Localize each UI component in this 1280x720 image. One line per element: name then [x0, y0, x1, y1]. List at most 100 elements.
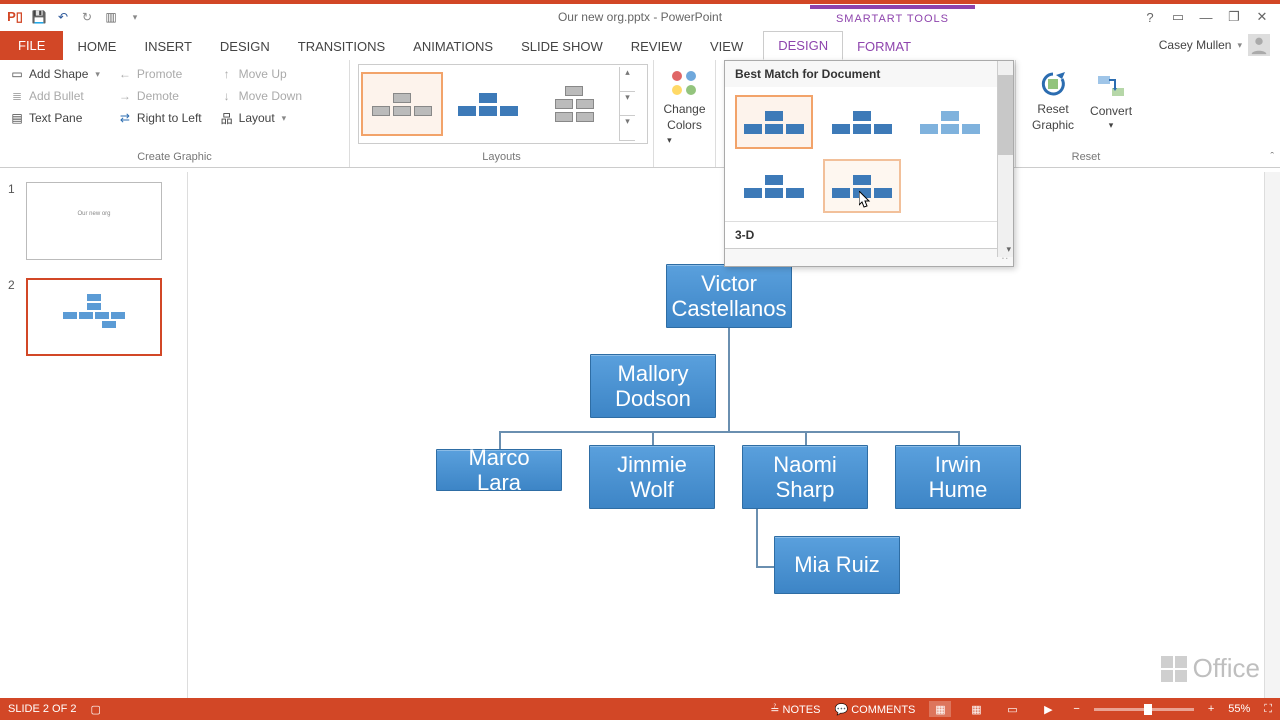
- styles-panel-resize[interactable]: ⁙: [725, 248, 1013, 266]
- vertical-scrollbar[interactable]: [1264, 172, 1280, 698]
- text-pane-icon: ▤: [10, 111, 24, 125]
- chevron-down-icon: ▾: [282, 113, 287, 124]
- smartart-tools-label: SMARTART TOOLS: [810, 5, 975, 25]
- slide-thumb-2[interactable]: [26, 278, 162, 356]
- style-thumb-2[interactable]: [823, 95, 901, 149]
- group-create-graphic: ▭Add Shape▾ ≣Add Bullet ▤Text Pane ←Prom…: [0, 60, 350, 167]
- slide-thumbnail-panel: 1 Our new org 2: [0, 172, 188, 698]
- qat-more-icon[interactable]: ▾: [126, 8, 144, 26]
- group-layouts: ▴▾▾ Layouts: [350, 60, 654, 167]
- status-bar: SLIDE 2 OF 2 ▢ ≟ NOTES 💬 COMMENTS ▦ ▦ ▭ …: [0, 698, 1280, 720]
- restore-icon[interactable]: ❐: [1224, 9, 1244, 25]
- normal-view-icon[interactable]: ▦: [929, 701, 951, 717]
- comments-button[interactable]: 💬 COMMENTS: [834, 703, 915, 716]
- tab-smartart-format[interactable]: FORMAT: [843, 33, 925, 60]
- layout-thumb-3[interactable]: [533, 72, 615, 136]
- user-account[interactable]: Casey Mullen ▾: [1159, 34, 1270, 56]
- tab-home[interactable]: HOME: [63, 33, 130, 60]
- zoom-out-icon[interactable]: −: [1073, 703, 1079, 715]
- slide-counter[interactable]: SLIDE 2 OF 2: [8, 703, 76, 715]
- title-bar: P▯ 💾 ↶ ↻ ▥ ▾ Our new org.pptx - PowerPoi…: [0, 0, 1280, 30]
- fit-to-window-icon[interactable]: ⛶: [1264, 703, 1272, 716]
- save-icon[interactable]: 💾: [30, 8, 48, 26]
- smartart-styles-panel: Best Match for Document 3-D ▾ ⁙: [724, 60, 1014, 267]
- window-title: Our new org.pptx - PowerPoint: [558, 10, 722, 24]
- move-up-icon: ↑: [220, 67, 234, 81]
- minimize-icon[interactable]: —: [1196, 10, 1216, 25]
- dropdown-chevron-icon[interactable]: ▾: [1006, 244, 1011, 255]
- convert-button[interactable]: Convert▾: [1082, 64, 1140, 136]
- layout-button[interactable]: 品Layout▾: [218, 108, 304, 128]
- zoom-slider[interactable]: [1094, 708, 1194, 711]
- org-node-child-3[interactable]: Naomi Sharp: [742, 445, 868, 509]
- group-label: Reset: [1024, 151, 1148, 165]
- zoom-in-icon[interactable]: +: [1208, 703, 1214, 715]
- redo-icon[interactable]: ↻: [78, 8, 96, 26]
- close-icon[interactable]: ✕: [1252, 9, 1272, 25]
- layout-thumb-2[interactable]: [447, 72, 529, 136]
- org-node-child-1[interactable]: Marco Lara: [436, 449, 562, 491]
- spin-down-icon[interactable]: ▾: [620, 92, 635, 117]
- move-up-button[interactable]: ↑Move Up: [218, 64, 304, 84]
- ribbon: ▭Add Shape▾ ≣Add Bullet ▤Text Pane ←Prom…: [0, 60, 1280, 168]
- style-thumb-4[interactable]: [735, 159, 813, 213]
- slide-number: 2: [8, 278, 18, 356]
- start-from-beginning-icon[interactable]: ▥: [102, 8, 120, 26]
- tab-file[interactable]: FILE: [0, 31, 63, 60]
- change-colors-button[interactable]: Change Colors ▾: [662, 64, 707, 150]
- tab-slideshow[interactable]: SLIDE SHOW: [507, 33, 617, 60]
- tab-animations[interactable]: ANIMATIONS: [399, 33, 507, 60]
- user-menu-chevron-icon: ▾: [1237, 40, 1242, 51]
- zoom-level[interactable]: 55%: [1228, 703, 1250, 715]
- reset-graphic-button[interactable]: ResetGraphic: [1024, 64, 1082, 136]
- layout-thumb-1[interactable]: [361, 72, 443, 136]
- collapse-ribbon-icon[interactable]: ˆ: [1270, 151, 1274, 163]
- layout-icon: 品: [220, 111, 234, 125]
- tab-review[interactable]: REVIEW: [617, 33, 696, 60]
- org-node-ceo[interactable]: Victor Castellanos: [666, 264, 792, 328]
- spin-more-icon[interactable]: ▾: [620, 116, 635, 141]
- tab-insert[interactable]: INSERT: [130, 33, 205, 60]
- layouts-gallery[interactable]: ▴▾▾: [358, 64, 648, 144]
- tab-transitions[interactable]: TRANSITIONS: [284, 33, 399, 60]
- group-change-colors: Change Colors ▾: [654, 60, 716, 167]
- user-name: Casey Mullen: [1159, 38, 1232, 52]
- move-down-icon: ↓: [220, 89, 234, 103]
- ribbon-options-icon[interactable]: ▭: [1168, 9, 1188, 25]
- spellcheck-icon[interactable]: ▢: [90, 703, 100, 716]
- notes-button[interactable]: ≟ NOTES: [770, 703, 820, 716]
- text-pane-button[interactable]: ▤Text Pane: [8, 108, 102, 128]
- styles-scrollbar[interactable]: ▾: [997, 61, 1013, 257]
- tab-smartart-design[interactable]: DESIGN: [763, 31, 843, 60]
- slide-thumb-1[interactable]: Our new org: [26, 182, 162, 260]
- group-label: Layouts: [358, 151, 645, 165]
- add-bullet-button[interactable]: ≣Add Bullet: [8, 86, 102, 106]
- tab-view[interactable]: VIEW: [696, 33, 757, 60]
- style-thumb-1[interactable]: [735, 95, 813, 149]
- org-node-assistant[interactable]: Mallory Dodson: [590, 354, 716, 418]
- move-down-button[interactable]: ↓Move Down: [218, 86, 304, 106]
- demote-button[interactable]: →Demote: [116, 86, 204, 106]
- help-icon[interactable]: ?: [1140, 10, 1160, 25]
- style-thumb-3[interactable]: [911, 95, 989, 149]
- chevron-down-icon: ▾: [95, 69, 100, 80]
- powerpoint-icon: P▯: [6, 8, 24, 26]
- add-shape-button[interactable]: ▭Add Shape▾: [8, 64, 102, 84]
- office-watermark: Office: [1161, 653, 1260, 684]
- promote-button[interactable]: ←Promote: [116, 64, 204, 84]
- office-logo-icon: [1161, 656, 1187, 682]
- org-node-child-2[interactable]: Jimmie Wolf: [589, 445, 715, 509]
- right-to-left-button[interactable]: ⇄Right to Left: [116, 108, 204, 128]
- undo-icon[interactable]: ↶: [54, 8, 72, 26]
- workspace: 1 Our new org 2: [0, 172, 1280, 698]
- org-node-grandchild[interactable]: Mia Ruiz: [774, 536, 900, 594]
- org-node-child-4[interactable]: Irwin Hume: [895, 445, 1021, 509]
- layouts-spinner[interactable]: ▴▾▾: [619, 67, 635, 141]
- slideshow-view-icon[interactable]: ▶: [1037, 701, 1059, 717]
- reading-view-icon[interactable]: ▭: [1001, 701, 1023, 717]
- rtl-icon: ⇄: [118, 111, 132, 125]
- spin-up-icon[interactable]: ▴: [620, 67, 635, 92]
- group-reset: ResetGraphic Convert▾ Reset: [1016, 60, 1156, 167]
- tab-design[interactable]: DESIGN: [206, 33, 284, 60]
- sorter-view-icon[interactable]: ▦: [965, 701, 987, 717]
